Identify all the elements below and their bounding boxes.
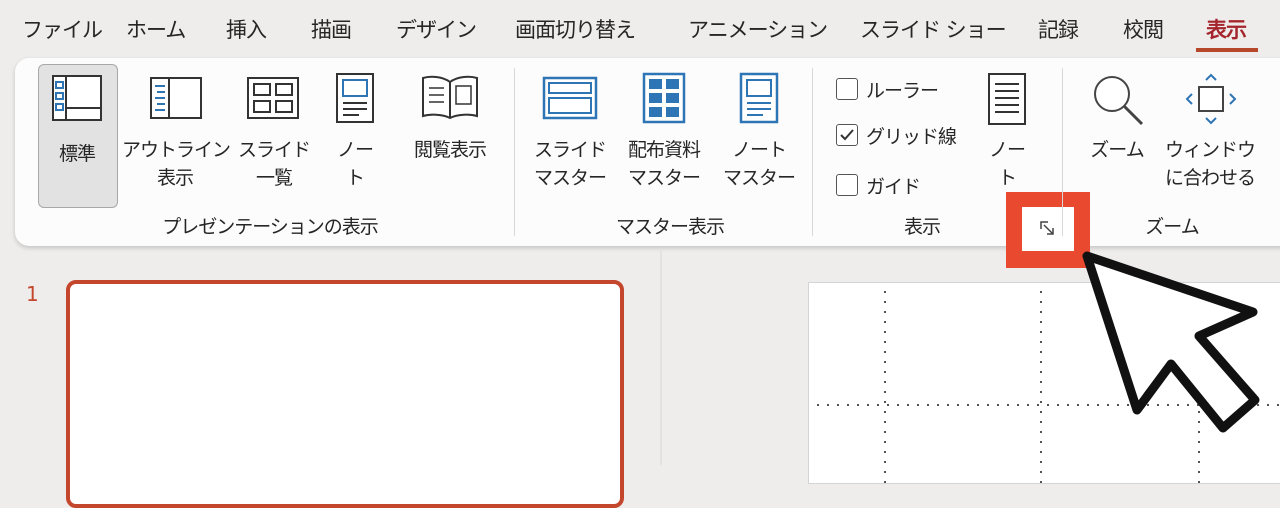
outline-view-label-1: アウトライン bbox=[122, 139, 231, 161]
outline-view-icon bbox=[150, 77, 202, 119]
slide-sorter-label-2: 一覧 bbox=[255, 167, 293, 189]
tab-review[interactable]: 校閲 bbox=[1123, 14, 1164, 44]
presentation-views-group-label: プレゼンテーションの表示 bbox=[162, 216, 379, 238]
ruler-checkbox-box[interactable] bbox=[836, 78, 858, 100]
gridlines-label: グリッド線 bbox=[866, 126, 957, 148]
normal-view-button[interactable]: 標準 bbox=[38, 64, 116, 206]
guides-label: ガイド bbox=[866, 176, 921, 198]
tab-transitions[interactable]: 画面切り替え bbox=[515, 14, 636, 44]
notes-toggle-button[interactable]: ノー ト bbox=[976, 64, 1038, 206]
notes-master-button[interactable]: ノート マスター bbox=[718, 64, 800, 206]
slide-master-label-2: マスター bbox=[533, 167, 607, 189]
tab-design[interactable]: デザイン bbox=[396, 14, 477, 44]
tab-file[interactable]: ファイル bbox=[22, 14, 103, 44]
tab-animations[interactable]: アニメーション bbox=[688, 14, 828, 44]
slide-sorter-label-1: スライド bbox=[237, 139, 311, 161]
slide-master-label-1: スライド bbox=[533, 139, 607, 161]
pane-splitter[interactable] bbox=[660, 250, 662, 465]
show-group-label: 表示 bbox=[903, 216, 941, 238]
magnifier-icon bbox=[1094, 76, 1144, 126]
zoom-group-label: ズーム bbox=[1145, 216, 1199, 238]
slide-number: 1 bbox=[26, 282, 39, 306]
ruler-label: ルーラー bbox=[866, 80, 939, 102]
tab-record[interactable]: 記録 bbox=[1038, 14, 1079, 44]
group-divider bbox=[514, 68, 515, 236]
handout-master-label-2: マスター bbox=[627, 167, 701, 189]
reading-view-icon bbox=[422, 75, 478, 120]
normal-view-label: 標準 bbox=[58, 143, 96, 165]
notes-master-icon bbox=[739, 72, 779, 124]
slide-sorter-button[interactable]: スライド 一覧 bbox=[234, 64, 314, 206]
notes-page-icon bbox=[336, 73, 374, 123]
notes-page-button[interactable]: ノー ト bbox=[320, 64, 390, 206]
tab-draw[interactable]: 描画 bbox=[311, 14, 352, 44]
tab-view[interactable]: 表示 bbox=[1206, 14, 1247, 44]
handout-master-icon bbox=[642, 72, 686, 124]
show-dialog-launcher[interactable] bbox=[1022, 207, 1074, 251]
zoom-label: ズーム bbox=[1090, 139, 1144, 161]
tab-slideshow[interactable]: スライド ショー bbox=[860, 14, 1007, 44]
fit-to-window-label-1: ウィンドウ bbox=[1164, 139, 1256, 161]
normal-view-icon bbox=[52, 75, 102, 121]
tab-home[interactable]: ホーム bbox=[126, 14, 186, 44]
reading-view-label: 閲覧表示 bbox=[413, 139, 487, 161]
notes-toggle-label-1: ノー bbox=[988, 139, 1026, 161]
slide-thumbnail[interactable] bbox=[66, 280, 624, 508]
ribbon-tab-bar: ファイル ホーム 挿入 描画 デザイン 画面切り替え アニメーション スライド … bbox=[0, 0, 1280, 58]
notes-page-label-2: ト bbox=[345, 167, 365, 189]
fit-to-window-label-2: に合わせる bbox=[1164, 167, 1256, 189]
gridlines-checkbox-box[interactable] bbox=[836, 124, 858, 146]
notes-page-label-1: ノー bbox=[336, 139, 374, 161]
notes-pane-icon bbox=[988, 73, 1026, 125]
guides-checkbox-box[interactable] bbox=[836, 174, 858, 196]
handout-master-label-1: 配布資料 bbox=[627, 139, 701, 161]
handout-master-button[interactable]: 配布資料 マスター bbox=[616, 64, 712, 206]
mouse-pointer-icon bbox=[1082, 251, 1260, 433]
active-tab-indicator bbox=[1196, 48, 1258, 52]
fit-to-window-button[interactable]: ウィンドウ に合わせる bbox=[1160, 64, 1260, 206]
group-divider bbox=[1062, 68, 1063, 236]
fit-window-icon bbox=[1185, 73, 1237, 125]
outline-view-button[interactable]: アウトライン 表示 bbox=[122, 64, 231, 206]
dialog-launcher-icon bbox=[1040, 221, 1054, 235]
tab-insert[interactable]: 挿入 bbox=[226, 14, 267, 44]
notes-master-label-1: ノート bbox=[731, 139, 787, 161]
notes-master-label-2: マスター bbox=[722, 167, 796, 189]
checkmark-icon bbox=[840, 129, 854, 141]
slide-sorter-icon bbox=[247, 77, 299, 119]
slide-master-icon bbox=[542, 76, 598, 120]
reading-view-button[interactable]: 閲覧表示 bbox=[400, 64, 500, 206]
notes-toggle-label-2: ト bbox=[997, 167, 1017, 189]
zoom-button[interactable]: ズーム bbox=[1084, 64, 1150, 206]
master-views-group-label: マスター表示 bbox=[615, 216, 725, 238]
slide-master-button[interactable]: スライド マスター bbox=[530, 64, 610, 206]
group-divider bbox=[812, 68, 813, 236]
outline-view-label-2: 表示 bbox=[156, 167, 194, 189]
